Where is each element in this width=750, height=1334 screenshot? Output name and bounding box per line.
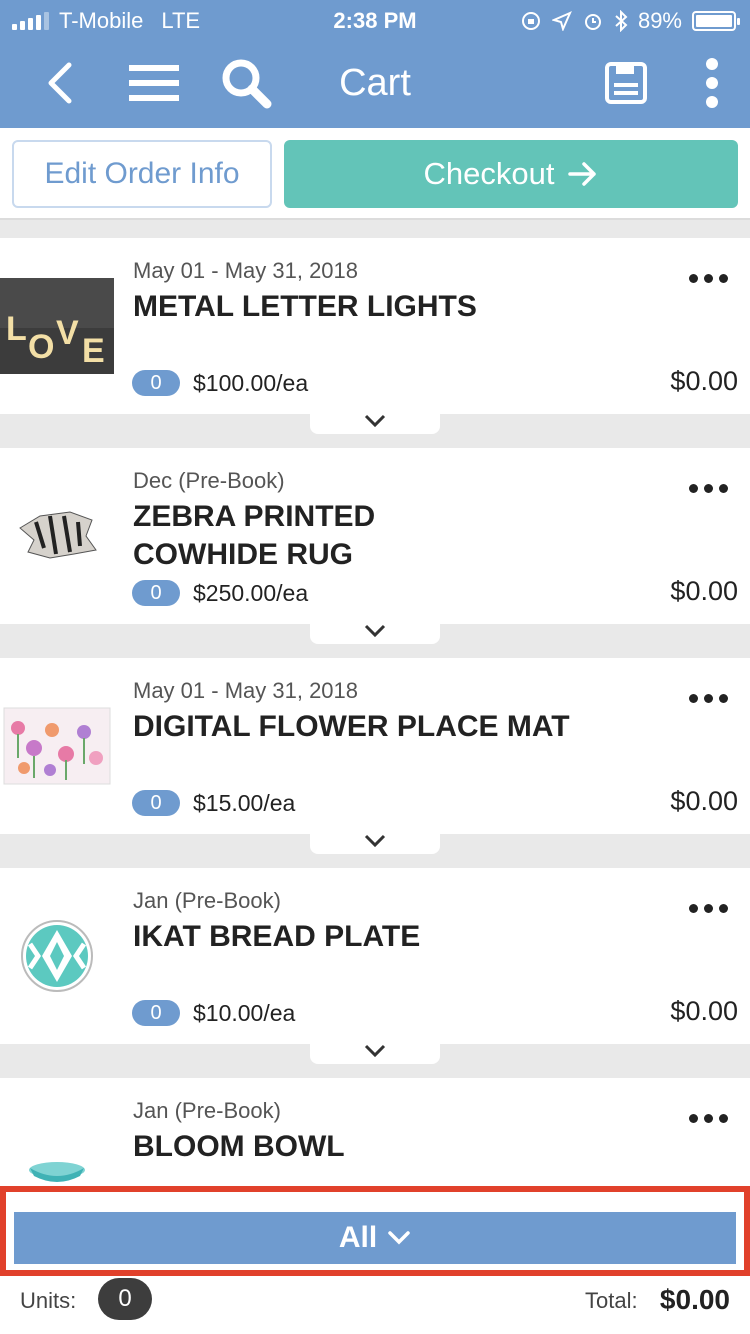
checkout-button[interactable]: Checkout (284, 140, 738, 208)
filter-label: All (338, 1221, 378, 1254)
cart-item[interactable]: May 01 - May 31, 2018 DIGITAL FLOWER PLA… (0, 658, 750, 834)
item-period: May 01 - May 31, 2018 (133, 678, 359, 703)
item-period: Jan (Pre-Book) (133, 888, 281, 913)
product-image (0, 908, 114, 1004)
location-icon (551, 11, 572, 31)
item-unit-price: $100.00/ea (193, 370, 309, 396)
product-image (0, 488, 114, 584)
battery-icon (692, 11, 740, 31)
item-options-button[interactable] (689, 274, 728, 283)
item-options-button[interactable] (689, 694, 728, 703)
chevron-down-icon (388, 1231, 410, 1245)
chevron-down-icon (364, 1044, 386, 1058)
item-unit-price: $10.00/ea (193, 1000, 296, 1026)
item-name: METAL LETTER LIGHTS (133, 290, 477, 323)
total-value: $0.00 (659, 1284, 730, 1315)
item-total: $0.00 (670, 996, 738, 1026)
product-image: L O V E (0, 278, 114, 374)
quantity-badge[interactable]: 0 (132, 580, 180, 606)
item-period: Jan (Pre-Book) (133, 1098, 281, 1123)
item-period: Dec (Pre-Book) (133, 468, 285, 493)
edit-order-info-button[interactable]: Edit Order Info (12, 140, 272, 208)
item-options-button[interactable] (689, 904, 728, 913)
item-name: BLOOM BOWL (133, 1130, 345, 1163)
more-options-button[interactable] (682, 50, 742, 116)
units-count-badge: 0 (98, 1278, 152, 1320)
item-period: May 01 - May 31, 2018 (133, 258, 359, 283)
expand-item-button[interactable] (310, 624, 440, 644)
quantity-badge[interactable]: 0 (132, 790, 180, 816)
cart-summary: Units: 0 Total: $0.00 (0, 1276, 750, 1334)
quantity-badge[interactable]: 0 (132, 370, 180, 396)
save-icon (605, 62, 647, 104)
filter-highlight: All (0, 1186, 750, 1276)
item-unit-price: $15.00/ea (193, 790, 296, 816)
alarm-icon (584, 14, 601, 30)
chevron-down-icon (364, 414, 386, 428)
item-options-button[interactable] (689, 484, 728, 493)
nav-bar: Cart (0, 40, 750, 128)
item-total: $0.00 (670, 576, 738, 606)
cart-item[interactable]: Jan (Pre-Book) IKAT BREAD PLATE 0 $10.00… (0, 868, 750, 1044)
checkout-label: Checkout (423, 156, 555, 191)
cart-item[interactable]: Dec (Pre-Book) ZEBRA PRINTED COWHIDE RUG… (0, 448, 750, 624)
bluetooth-icon (615, 10, 628, 32)
cart-item[interactable]: L O V E May 01 - May 31, 2018 METAL LETT… (0, 238, 750, 414)
expand-item-button[interactable] (310, 1044, 440, 1064)
quantity-badge[interactable]: 0 (132, 1000, 180, 1026)
expand-item-button[interactable] (310, 414, 440, 434)
vertical-dots-icon (706, 58, 718, 108)
battery-percent: 89% (637, 8, 682, 33)
svg-text:O: O (28, 328, 54, 366)
app-header: T-Mobile LTE 2:38 PM 89% Cart (0, 0, 750, 128)
orientation-lock-icon (521, 12, 540, 30)
item-name: DIGITAL FLOWER PLACE MAT (133, 710, 570, 743)
chevron-down-icon (364, 834, 386, 848)
svg-text:L: L (6, 310, 27, 348)
item-name: IKAT BREAD PLATE (133, 920, 421, 953)
arrow-right-icon (568, 162, 597, 186)
status-bar: T-Mobile LTE 2:38 PM 89% (0, 0, 750, 40)
filter-dropdown[interactable]: All (14, 1212, 736, 1264)
expand-item-button[interactable] (310, 834, 440, 854)
item-name: ZEBRA PRINTED COWHIDE RUG (133, 500, 376, 571)
svg-text:V: V (56, 314, 79, 352)
svg-text:E: E (82, 332, 105, 370)
product-image (0, 698, 114, 794)
total-label: Total: (585, 1288, 638, 1313)
item-total: $0.00 (670, 366, 738, 396)
item-unit-price: $250.00/ea (193, 580, 309, 606)
chevron-down-icon (364, 624, 386, 638)
units-label: Units: (20, 1288, 77, 1313)
cart-actions: Edit Order Info Checkout (0, 128, 750, 220)
save-button[interactable] (596, 50, 656, 116)
item-options-button[interactable] (689, 1114, 728, 1123)
item-total: $0.00 (670, 786, 738, 816)
